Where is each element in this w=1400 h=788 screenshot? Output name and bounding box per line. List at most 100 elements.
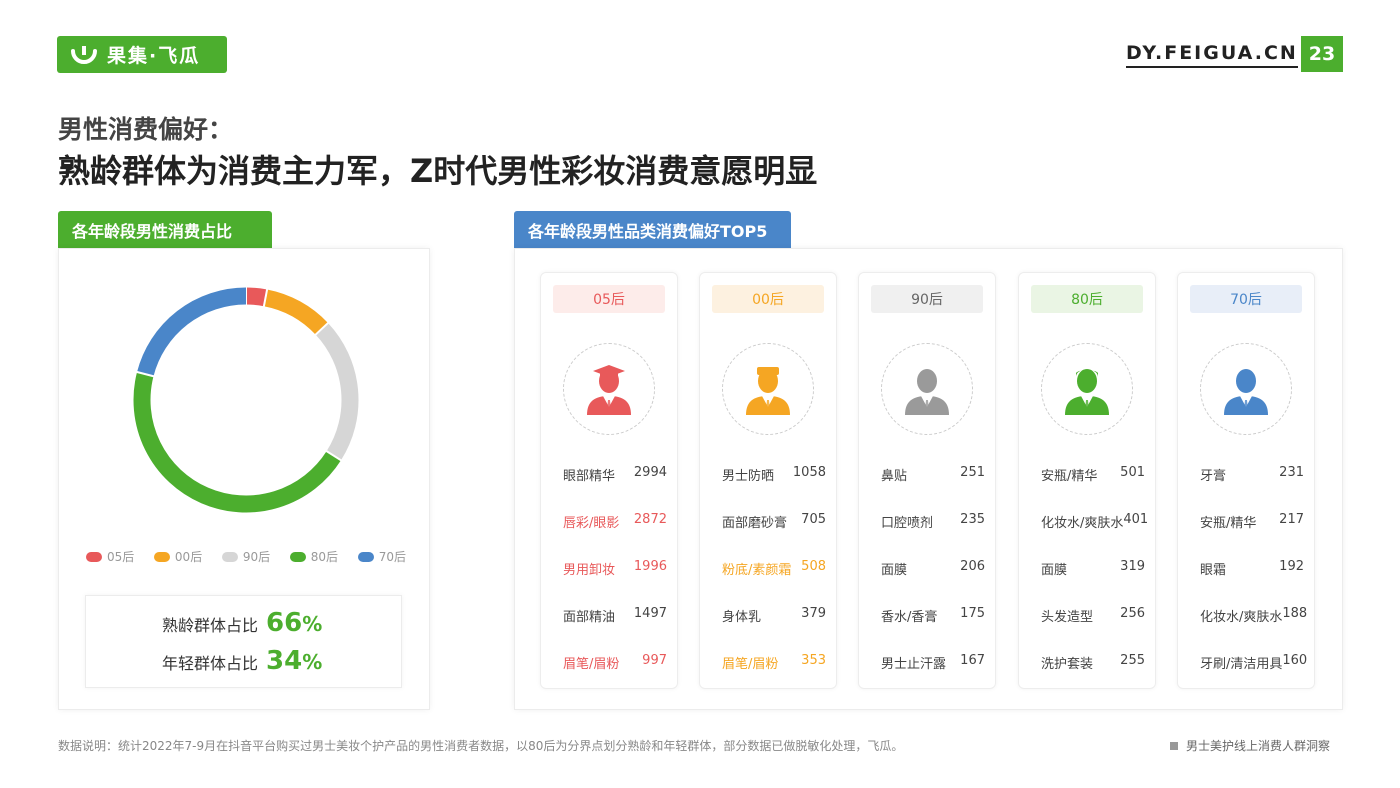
category-value: 2872: [633, 512, 667, 527]
mature-share-row: 熟龄群体占比 66 %: [162, 608, 322, 638]
legend-label: 80后: [310, 550, 339, 564]
right-panel-tab: 各年龄段男性品类消费偏好TOP5: [514, 211, 791, 248]
card-row: 眼霜 192: [1178, 559, 1316, 578]
category-value: 997: [642, 653, 667, 668]
page-number: 23: [1301, 36, 1343, 72]
category-value: 256: [1120, 606, 1145, 621]
site-url[interactable]: DY.FEIGUA.CN: [1126, 42, 1298, 68]
category-name: 头发造型: [1041, 610, 1094, 625]
category-value: 192: [1279, 559, 1304, 574]
category-name: 口腔喷剂: [881, 516, 934, 531]
card-row: 头发造型 256: [1019, 606, 1157, 625]
card-avatar: [722, 343, 814, 435]
card-row: 唇彩/眼影 2872: [541, 512, 679, 531]
category-name: 化妆水/爽肤水: [1041, 516, 1124, 531]
card-row: 身体乳 379: [700, 606, 838, 625]
legend-swatch: [357, 551, 374, 562]
category-name: 香水/香膏: [881, 610, 938, 625]
legend-item-00后: 00后: [153, 548, 203, 565]
card-avatar: [1200, 343, 1292, 435]
category-name: 面部磨砂膏: [722, 516, 788, 531]
legend-label: 90后: [242, 550, 271, 564]
donut-slice-00后: [263, 289, 329, 335]
card-row: 眉笔/眉粉 353: [700, 653, 838, 672]
category-value: 255: [1120, 653, 1145, 668]
category-name: 唇彩/眼影: [563, 516, 620, 531]
card-row: 化妆水/爽肤水 188: [1178, 606, 1316, 625]
category-name: 面部精油: [563, 610, 616, 625]
donut-slice-05后: [245, 287, 268, 307]
brand-logo: 果集·飞瓜: [57, 36, 227, 73]
card-header: 00后: [712, 285, 824, 313]
category-name: 粉底/素颜霜: [722, 563, 792, 578]
legend-item-90后: 90后: [221, 548, 271, 565]
category-value: 319: [1120, 559, 1145, 574]
legend-label: 70后: [378, 550, 406, 564]
card-row: 面部磨砂膏 705: [700, 512, 838, 531]
card-row: 口腔喷剂 235: [859, 512, 997, 531]
card-row: 男用卸妆 1996: [541, 559, 679, 578]
category-value: 167: [960, 653, 985, 668]
logo-mark-icon: [71, 45, 97, 64]
young-share-percent: %: [302, 650, 323, 674]
legend-swatch: [153, 551, 170, 562]
category-name: 牙刷/清洁用具: [1200, 657, 1283, 672]
age-share-donut-chart: [133, 286, 359, 513]
category-name: 面膜: [1041, 563, 1068, 578]
card-row: 牙膏 231: [1178, 465, 1316, 484]
category-name: 男士止汗露: [881, 657, 947, 672]
square-bullet-icon: [1170, 741, 1178, 750]
category-name: 男士防晒: [722, 469, 775, 484]
card-header: 90后: [871, 285, 983, 313]
category-value: 251: [960, 465, 985, 480]
category-value: 217: [1279, 512, 1304, 527]
legend-label: 00后: [174, 550, 203, 564]
report-name: 男士美护线上消费人群洞察: [1170, 737, 1330, 754]
card-header: 80后: [1031, 285, 1143, 313]
young-share-value: 34: [266, 646, 303, 676]
category-value: 1996: [633, 559, 667, 574]
category-name: 眼霜: [1200, 563, 1227, 578]
legend-swatch: [221, 551, 238, 562]
legend-swatch: [289, 551, 306, 562]
card-row: 男士止汗露 167: [859, 653, 997, 672]
card-row: 鼻贴 251: [859, 465, 997, 484]
page-title: 熟龄群体为消费主力军，Z时代男性彩妆消费意愿明显: [58, 152, 818, 190]
donut-legend: 05后 00后 90后 80后 70后: [86, 548, 406, 565]
mature-share-percent: %: [302, 612, 323, 636]
mature-share-value: 66: [266, 608, 303, 638]
card-header: 70后: [1190, 285, 1302, 313]
card-row: 粉底/素颜霜 508: [700, 559, 838, 578]
category-value: 175: [960, 606, 985, 621]
card-avatar: [1041, 343, 1133, 435]
card-row: 香水/香膏 175: [859, 606, 997, 625]
legend-item-80后: 80后: [289, 548, 339, 565]
card-row: 安瓶/精华 501: [1019, 465, 1157, 484]
category-value: 160: [1282, 653, 1308, 668]
page-subtitle: 男性消费偏好：: [58, 115, 234, 144]
data-note: 数据说明：统计2022年7-9月在抖音平台购买过男士美妆个护产品的男性消费者数据…: [58, 739, 904, 753]
category-value: 206: [960, 559, 985, 574]
category-value: 501: [1120, 465, 1145, 480]
category-card-05后: 05后 眼部精华 2994 唇彩/眼影 2872 男用卸妆 1996 面部精油 1497 眉笔/眉…: [540, 272, 678, 689]
category-value: 188: [1282, 606, 1308, 621]
category-name: 面膜: [881, 563, 908, 578]
mature-share-label: 熟龄群体占比: [162, 616, 259, 635]
category-value: 235: [960, 512, 985, 527]
category-value: 2994: [633, 465, 667, 480]
donut-slice-90后: [315, 322, 359, 461]
graduate-avatar-icon: [587, 365, 631, 415]
category-value: 231: [1279, 465, 1304, 480]
card-avatar: [881, 343, 973, 435]
category-value: 508: [801, 559, 826, 574]
card-row: 洗护套装 255: [1019, 653, 1157, 672]
group-share-box: 熟龄群体占比 66 % 年轻群体占比 34 %: [85, 595, 402, 688]
card-row: 安瓶/精华 217: [1178, 512, 1316, 531]
category-value: 705: [801, 512, 826, 527]
card-row: 面膜 206: [859, 559, 997, 578]
category-name: 洗护套装: [1041, 657, 1094, 672]
category-value: 1497: [633, 606, 667, 621]
legend-label: 05后: [107, 550, 135, 564]
left-panel-tab: 各年龄段男性消费占比: [58, 211, 272, 248]
category-card-90后: 90后鼻贴 251 口腔喷剂 235 面膜 206 香水/香膏 175 男士止汗露 167: [858, 272, 996, 689]
